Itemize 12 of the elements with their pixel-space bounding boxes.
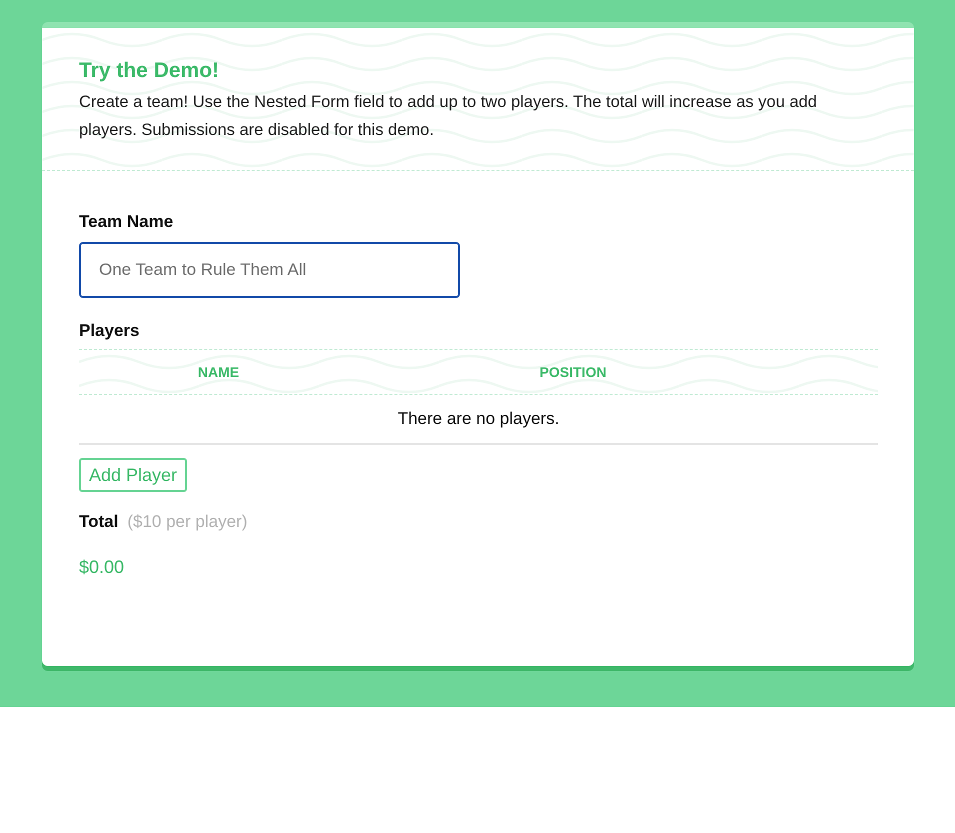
field-label: Team Name [79,211,174,233]
total-label: Total [79,512,118,532]
column-header: POSITION [540,364,606,380]
intro-text: Create a team! Use the Nested Form field to add up to two players. The total will increase as you add players. Submissions are disabled for this demo. [79,92,818,141]
total-note: ($10 per player) [127,512,248,532]
total-amount: $0.00 [79,557,126,578]
column-header: NAME [198,364,240,380]
field-label: Players [79,320,140,342]
add-player-button[interactable]: Add Player [79,458,188,492]
intro-title: Try the Demo! [79,58,220,84]
empty-message: There are no players. [398,409,560,429]
text-input[interactable]: One Team to Rule Them All [79,242,460,298]
